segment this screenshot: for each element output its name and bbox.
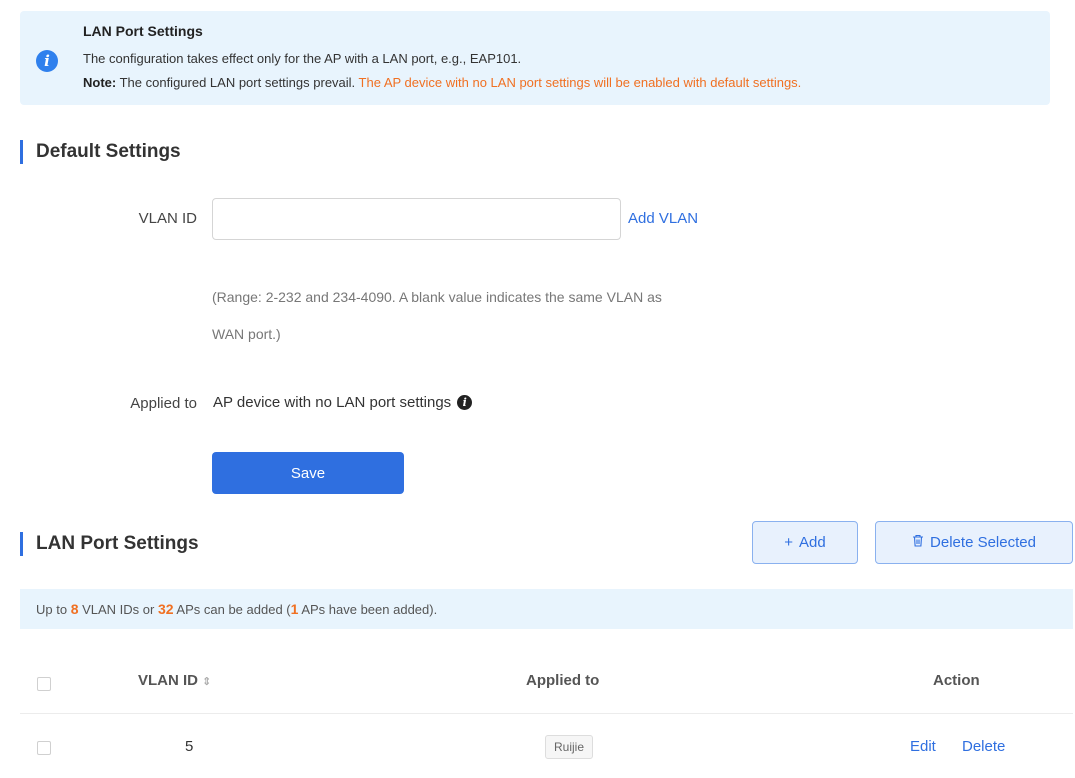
limit-suffix: APs have been added).	[298, 602, 438, 617]
delete-selected-label: Delete Selected	[930, 534, 1036, 551]
row-checkbox[interactable]	[37, 741, 51, 755]
limit-prefix: Up to	[36, 602, 71, 617]
column-vlan-id-label: VLAN ID	[138, 672, 198, 689]
note-text: The configured LAN port settings prevail…	[116, 75, 359, 90]
info-dot-icon[interactable]: i	[457, 395, 473, 410]
sort-icon[interactable]: ⇕	[202, 675, 211, 688]
row-divider	[20, 713, 1073, 714]
vlan-id-input[interactable]	[212, 198, 621, 240]
applied-to-label: Applied to	[130, 395, 197, 412]
save-button[interactable]: Save	[212, 452, 404, 494]
add-vlan-link[interactable]: Add VLAN	[628, 210, 698, 227]
applied-to-text: AP device with no LAN port settings	[213, 394, 452, 411]
row-vlan-id: 5	[185, 738, 194, 755]
default-settings-title: Default Settings	[20, 140, 181, 164]
trash-icon	[912, 534, 924, 551]
applied-to-value: AP device with no LAN port settings i	[213, 394, 473, 411]
note-warning: The AP device with no LAN port settings …	[358, 75, 802, 90]
column-header-action: Action	[933, 672, 980, 689]
add-button-label: Add	[799, 534, 826, 551]
limit-mid2: APs can be added (	[173, 602, 291, 617]
column-header-applied-to: Applied to	[526, 672, 600, 689]
delete-selected-button[interactable]: Delete Selected	[875, 521, 1073, 564]
info-banner: i LAN Port Settings The configuration ta…	[20, 11, 1050, 105]
delete-link[interactable]: Delete	[962, 738, 1005, 755]
vlan-range-hint-line1: (Range: 2-232 and 234-4090. A blank valu…	[212, 289, 662, 305]
limit-mid1: VLAN IDs or	[78, 602, 158, 617]
ap-max-count: 32	[157, 601, 174, 617]
vlan-id-label: VLAN ID	[138, 210, 197, 227]
info-note: Note: The configured LAN port settings p…	[83, 75, 801, 90]
vlan-range-hint-line2: WAN port.)	[212, 326, 281, 342]
plus-icon: +	[784, 534, 794, 551]
edit-link[interactable]: Edit	[910, 738, 936, 755]
select-all-checkbox[interactable]	[37, 677, 51, 691]
info-title: LAN Port Settings	[83, 23, 203, 39]
applied-to-tag: Ruijie	[545, 735, 594, 759]
limit-info-bar: Up to 8 VLAN IDs or 32 APs can be added …	[20, 589, 1073, 629]
lan-port-settings-title: LAN Port Settings	[20, 532, 199, 556]
add-button[interactable]: + Add	[752, 521, 858, 564]
column-header-vlan-id[interactable]: VLAN ID ⇕	[138, 672, 211, 689]
note-label: Note:	[83, 75, 117, 90]
info-icon: i	[36, 50, 58, 72]
info-description: The configuration takes effect only for …	[83, 51, 522, 66]
